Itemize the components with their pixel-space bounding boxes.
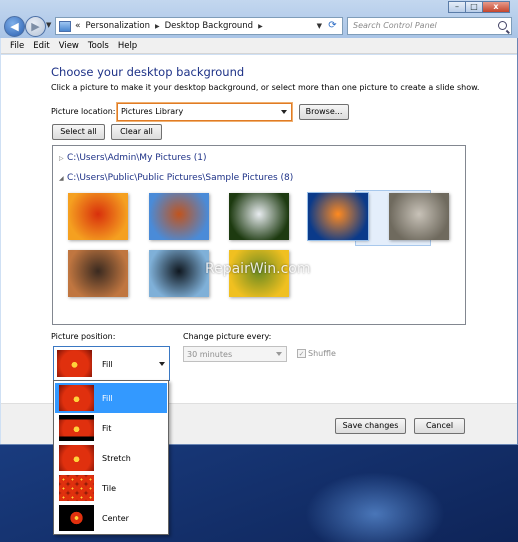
history-dropdown-icon[interactable]: ▼ [46,21,51,29]
clear-all-button[interactable]: Clear all [111,124,162,140]
browse-button[interactable]: Browse... [299,104,349,120]
refresh-icon[interactable]: ⟳ [325,19,340,33]
picture-location-label: Picture location: [51,107,116,116]
search-input[interactable]: Search Control Panel [347,17,512,35]
thumbnail-lighthouse[interactable] [68,250,128,297]
breadcrumb-separator-icon[interactable]: ▶ [258,23,263,30]
chevron-down-icon [281,110,287,114]
shuffle-label: Shuffle [308,349,336,358]
position-option-fit[interactable]: Fit [55,413,167,443]
forward-button[interactable]: ▶ [25,16,46,37]
select-all-button[interactable]: Select all [52,124,105,140]
chevron-down-icon [276,352,282,356]
minimize-button[interactable]: – [448,1,466,13]
page-title: Choose your desktop background [51,65,245,79]
main-content: Choose your desktop background Click a p… [1,55,517,403]
back-button[interactable]: ◀ [4,16,25,37]
picture-position-label: Picture position: [51,332,116,341]
thumbnail-koala[interactable] [389,193,449,240]
instruction-text: Click a picture to make it your desktop … [51,83,480,92]
group-header-sample-pictures[interactable]: ◢ C:\Users\Public\Public Pictures\Sample … [59,173,293,183]
address-dropdown-icon[interactable]: ▼ [317,22,322,30]
group-header-my-pictures[interactable]: ▷ C:\Users\Admin\My Pictures (1) [59,153,207,163]
close-button[interactable]: x [482,1,510,13]
breadcrumb-overflow[interactable]: « [75,21,81,31]
shuffle-checkbox[interactable]: ✓ [297,349,306,358]
thumbnail-desert[interactable] [149,193,209,240]
breadcrumb-personalization[interactable]: Personalization [86,21,150,31]
thumbnail-chrysanthemum[interactable] [68,193,128,240]
menu-bar: File Edit View Tools Help [1,38,517,54]
picture-gallery[interactable]: ▷ C:\Users\Admin\My Pictures (1) ◢ C:\User… [52,145,466,325]
picture-position-value: Fill [102,360,113,369]
save-changes-button[interactable]: Save changes [335,418,406,434]
control-panel-icon [59,20,71,32]
watermark-text: RepairWin.com [205,261,311,277]
chevron-down-icon [159,362,165,366]
windows-logo-glow [305,472,445,542]
fill-preview-icon [59,385,94,411]
control-panel-window: – □ x ◀ ▶ ▼ « Personalization ▶ Desktop … [0,0,518,445]
position-option-fill[interactable]: Fill [55,383,167,413]
maximize-button[interactable]: □ [465,1,483,13]
menu-file[interactable]: File [10,41,24,51]
picture-position-dropdown: Fill Fit Stretch Tile Center [53,380,169,535]
change-interval-value: 30 minutes [187,350,233,359]
thumbnail-penguins[interactable] [149,250,209,297]
fit-preview-icon [59,415,94,441]
position-option-stretch[interactable]: Stretch [55,443,167,473]
collapse-icon: ◢ [59,175,64,182]
menu-edit[interactable]: Edit [33,41,49,51]
position-option-tile[interactable]: Tile [55,473,167,503]
cancel-button[interactable]: Cancel [414,418,465,434]
menu-help[interactable]: Help [118,41,137,51]
breadcrumb-desktop-background[interactable]: Desktop Background [165,21,253,31]
breadcrumb-separator-icon[interactable]: ▶ [155,23,160,30]
title-bar: – □ x ◀ ▶ ▼ « Personalization ▶ Desktop … [0,0,518,38]
fill-preview-icon [57,350,92,377]
thumbnail-jellyfish[interactable] [307,192,369,241]
picture-position-select[interactable]: Fill [53,346,170,381]
window-controls: – □ x [448,1,510,13]
stretch-preview-icon [59,445,94,471]
tile-preview-icon [59,475,94,501]
change-interval-select[interactable]: 30 minutes [183,346,287,362]
menu-view[interactable]: View [59,41,79,51]
search-icon[interactable] [498,21,507,30]
change-picture-label: Change picture every: [183,332,272,341]
search-placeholder: Search Control Panel [353,21,437,30]
menu-tools[interactable]: Tools [88,41,109,51]
address-bar[interactable]: « Personalization ▶ Desktop Background ▶… [55,17,343,35]
picture-location-select[interactable]: Pictures Library [117,103,292,121]
thumbnail-hydrangeas[interactable] [229,193,289,240]
position-option-center[interactable]: Center [55,503,167,533]
expand-icon: ▷ [59,155,64,162]
picture-location-value: Pictures Library [121,107,184,116]
center-preview-icon [59,505,94,531]
